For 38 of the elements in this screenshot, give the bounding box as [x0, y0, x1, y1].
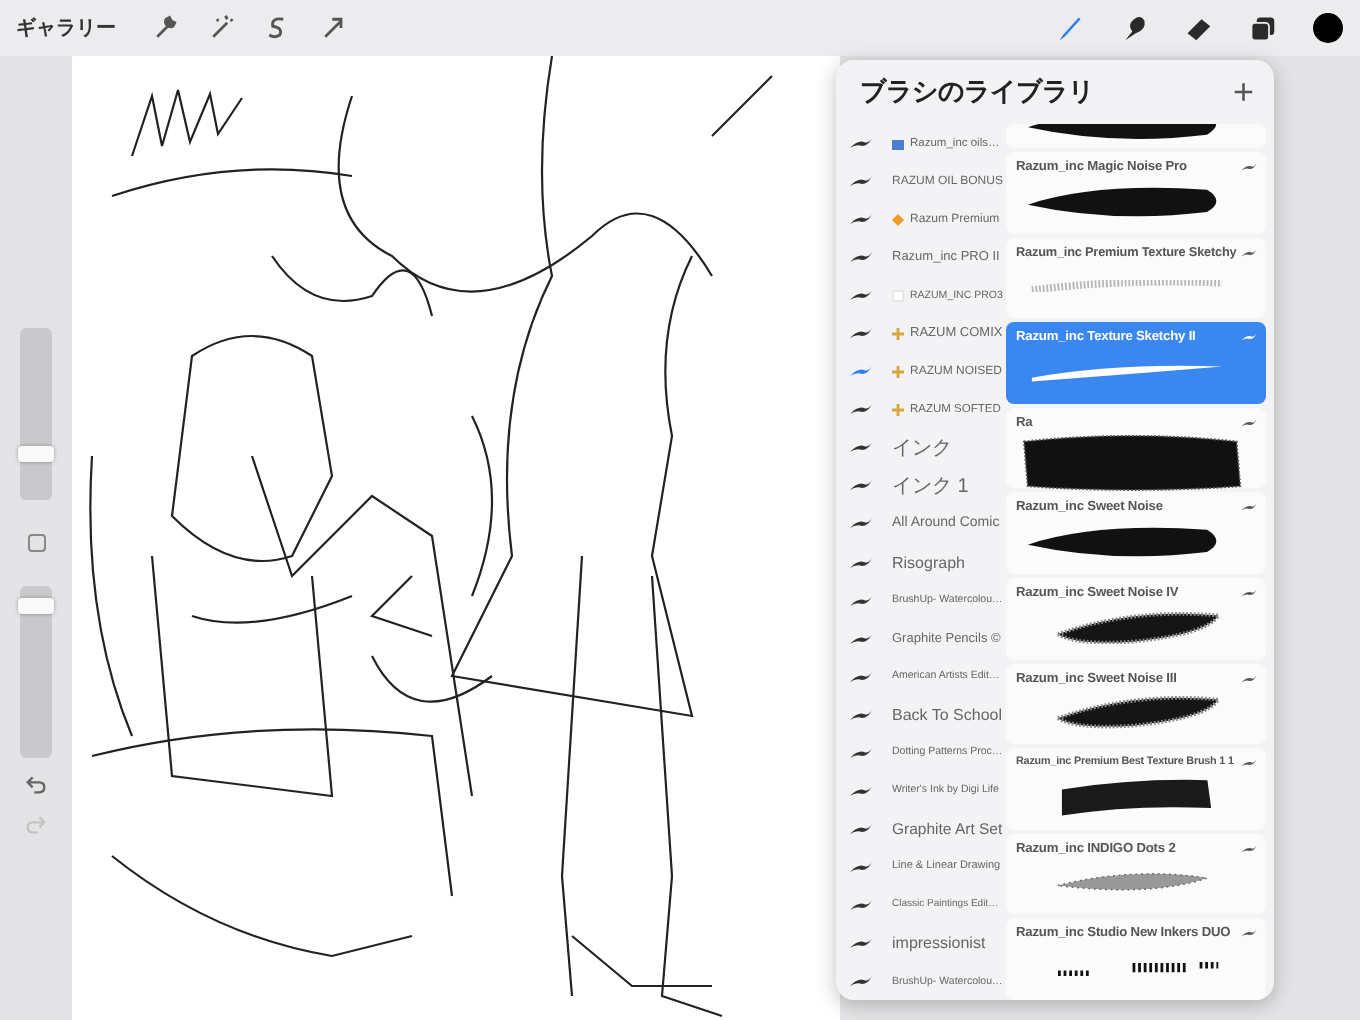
brush-stroke-icon [1240, 587, 1258, 598]
brush-icon[interactable] [1056, 14, 1084, 42]
opacity-slider[interactable] [20, 586, 52, 758]
diamond-icon [892, 213, 904, 226]
brush-stroke-icon [1240, 758, 1258, 769]
picture-icon [892, 137, 904, 150]
plus-icon [892, 365, 904, 378]
brush-stroke-icon [1240, 502, 1258, 513]
slider-thumb[interactable] [18, 598, 54, 615]
gallery-button[interactable]: ギャラリー [16, 14, 116, 42]
color-swatch-icon[interactable] [1312, 12, 1344, 44]
brush-size-slider[interactable] [20, 328, 52, 500]
panel-title: ブラシのライブラリ [860, 75, 1094, 110]
brush-set-item[interactable]: Risograph [836, 543, 1006, 582]
square-icon [892, 289, 904, 302]
brush-stroke-icon [1240, 332, 1258, 343]
brush-stroke-icon [1240, 843, 1258, 854]
brush-set-item[interactable]: インク 1 [836, 466, 1006, 505]
brush-set-item[interactable]: インク [836, 428, 1006, 467]
brush-stroke-icon [1240, 247, 1258, 258]
wrench-icon[interactable] [152, 14, 180, 42]
add-button[interactable]: + [1232, 71, 1254, 113]
brush-stroke-icon [1240, 673, 1258, 684]
brush-stroke-icon [1240, 162, 1258, 172]
arrow-icon[interactable] [320, 14, 348, 42]
brush-set-item[interactable]: Back To School [836, 695, 1006, 734]
eraser-icon[interactable] [1184, 14, 1212, 42]
brush-stroke-icon [1240, 928, 1258, 939]
modify-button[interactable] [27, 534, 45, 552]
magic-wand-icon[interactable] [208, 14, 236, 42]
brush-card[interactable] [1006, 124, 1266, 148]
layers-icon[interactable] [1248, 14, 1276, 42]
plus-icon [892, 403, 904, 416]
slider-thumb[interactable] [18, 445, 54, 461]
brush-stroke-icon [1240, 417, 1258, 428]
plus-icon [892, 327, 904, 340]
brush-set-item[interactable]: impressionist [836, 923, 1006, 963]
undo-icon[interactable] [26, 774, 46, 794]
